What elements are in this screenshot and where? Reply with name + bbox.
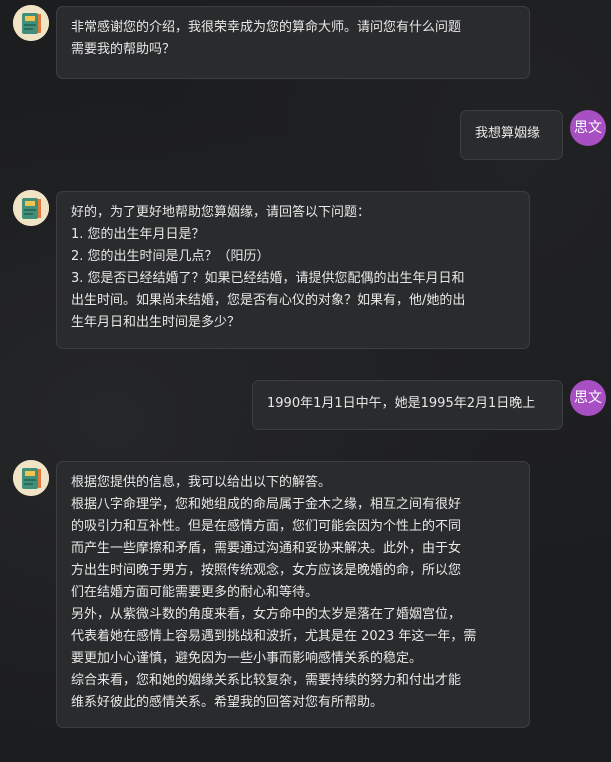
message-text-line: 方出生时间晚于男方，按照传统观念，女方应该是晚婚的命，所以您 [71,563,462,578]
message-text-line: 非常感谢您的介绍，我很荣幸成为您的算命大师。请问您有什么问题 [71,20,462,35]
message-text-line: 2. 您的出生时间是几点？（阳历） [71,249,270,264]
bot-avatar-book-icon [13,5,49,41]
message-text-line: 我想算姻缘 [475,126,541,141]
message-text-line: 维系好彼此的感情关系。希望我的回答对您有所帮助。 [71,695,384,710]
bot-message-bubble: 好的，为了更好地帮助您算姻缘，请回答以下问题： 1. 您的出生年月日是？ 2. … [56,191,530,349]
message-text-line: 要更加小心谨慎，避免因为一些小事而影响感情关系的稳定。 [71,651,423,666]
message-text-line: 根据八字命理学，您和她组成的命局属于金木之缘，相互之间有很好 [71,497,462,512]
message-text-line: 好的，为了更好地帮助您算姻缘，请回答以下问题： [71,205,371,220]
message-text-line: 的吸引力和互补性。但是在感情方面，您们可能会因为个性上的不同 [71,519,462,534]
message-text-line: 们在结婚方面可能需要更多的耐心和等待。 [71,585,319,600]
user-avatar: 思文 [570,110,606,146]
chat-window: 非常感谢您的介绍，我很荣幸成为您的算命大师。请问您有什么问题 需要我的帮助吗？ … [0,0,611,762]
message-text-line: 3. 您是否已经结婚了？如果已经结婚，请提供您配偶的出生年月日和 [71,271,465,286]
message-text-line: 另外，从紫微斗数的角度来看，女方命中的太岁是落在了婚姻宫位， [71,607,462,622]
message-text-line: 综合来看，您和她的姻缘关系比较复杂，需要持续的努力和付出才能 [71,673,462,688]
message-text-line: 而产生一些摩擦和矛盾，需要通过沟通和妥协来解决。此外，由于女 [71,541,462,556]
message-text-line: 生年月日和出生时间是多少？ [71,315,241,330]
message-text-line: 1. 您的出生年月日是？ [71,227,205,242]
message-text-line: 1990年1月1日中午，她是1995年2月1日晚上 [267,396,536,411]
message-text-line: 根据您提供的信息，我可以给出以下的解答。 [71,475,332,490]
user-message-bubble: 1990年1月1日中午，她是1995年2月1日晚上 [252,380,563,430]
user-avatar: 思文 [570,380,606,416]
bot-avatar-book-icon [13,190,49,226]
bot-message-bubble: 根据您提供的信息，我可以给出以下的解答。 根据八字命理学，您和她组成的命局属于金… [56,461,530,728]
message-text-line: 需要我的帮助吗？ [71,42,176,57]
message-text-line: 出生时间。如果尚未结婚，您是否有心仪的对象？如果有，他/她的出 [71,293,466,308]
bot-avatar-book-icon [13,460,49,496]
user-message-bubble: 我想算姻缘 [460,110,563,160]
bot-message-bubble: 非常感谢您的介绍，我很荣幸成为您的算命大师。请问您有什么问题 需要我的帮助吗？ [56,6,530,79]
message-text-line: 代表着她在感情上容易遇到挑战和波折，尤其是在 2023 年这一年，需 [71,629,477,644]
